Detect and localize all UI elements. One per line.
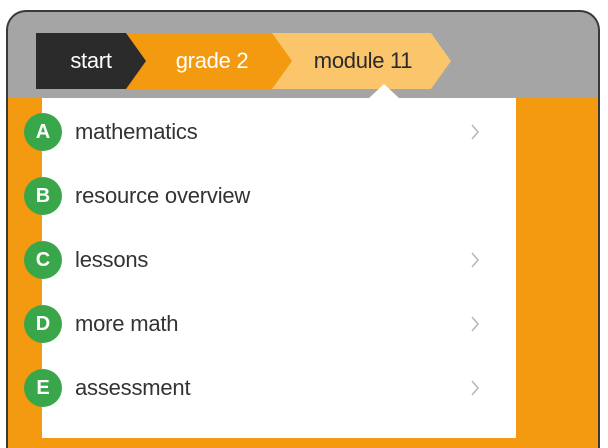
breadcrumb-start[interactable]: start [36,33,146,89]
menu-item-mathematics[interactable]: A mathematics [24,100,516,164]
app-frame: start grade 2 module 11 A mathematics B … [6,10,600,448]
chevron-right-icon [471,252,479,268]
menu-item-assessment[interactable]: E assessment [24,356,516,420]
menu-item-more-math[interactable]: D more math [24,292,516,356]
breadcrumb-grade-label: grade 2 [175,48,249,73]
dropdown-menu: A mathematics B resource overview C less… [24,84,516,438]
breadcrumb-start-label: start [70,48,112,73]
badge-c: C [24,241,62,279]
badge-e: E [24,369,62,407]
chevron-right-icon [471,316,479,332]
menu-item-label: resource overview [75,183,251,208]
badge-d: D [24,305,62,343]
chevron-right-icon [471,380,479,396]
menu-item-label: more math [75,311,179,336]
breadcrumb-module-label: module 11 [313,48,413,73]
badge-a: A [24,113,62,151]
menu-item-resource-overview[interactable]: B resource overview [24,164,516,228]
badge-b: B [24,177,62,215]
menu-item-label: mathematics [75,119,198,144]
menu-item-label: assessment [75,375,191,400]
menu-pointer [368,84,400,99]
chevron-right-icon [471,124,479,140]
menu-item-label: lessons [75,247,149,272]
menu-item-lessons[interactable]: C lessons [24,228,516,292]
